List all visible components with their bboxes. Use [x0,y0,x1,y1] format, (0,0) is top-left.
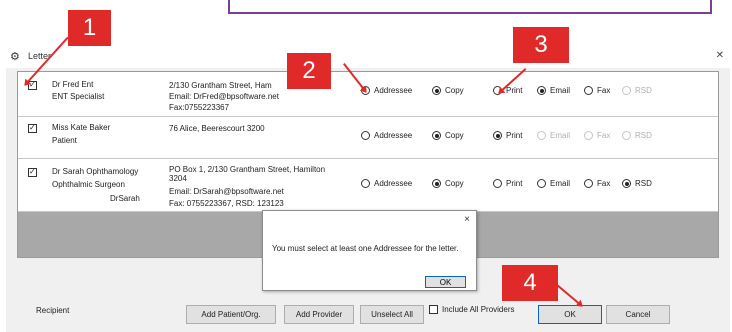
radio-icon [361,179,370,188]
option-email: Email [537,131,570,140]
recipient-label: Recipient [36,306,70,315]
dialog-close-icon[interactable]: × [464,214,470,225]
address-line: Email: DrSarah@bpsoftware.net [169,187,284,196]
recipient-checkbox[interactable] [28,167,37,177]
radio-icon [361,131,370,140]
recipient-row: Miss Kate Baker Patient 76 Alice, Beeres… [18,117,718,159]
radio-icon [584,179,593,188]
radio-icon [537,179,546,188]
option-addressee[interactable]: Addressee [361,131,412,140]
radio-icon [584,131,593,140]
callout-badge-1: 1 [68,10,111,46]
address-line: Fax:0755223367 [169,103,230,112]
option-fax[interactable]: Fax [584,179,610,188]
radio-selected-icon [432,131,441,140]
callout-badge-3: 3 [513,27,569,63]
add-provider-button[interactable]: Add Provider [284,305,354,324]
option-addressee[interactable]: Addressee [361,179,412,188]
recipient-row: Dr Fred Ent ENT Specialist 2/130 Grantha… [18,72,718,117]
checkbox-icon [429,305,438,314]
recipient-name: Dr Fred Ent [52,80,94,89]
option-email[interactable]: Email [537,86,570,95]
address-line: PO Box 1, 2/130 Grantham Street, Hamilto… [169,165,326,174]
radio-selected-icon [432,86,441,95]
radio-icon [584,86,593,95]
title-bar: ⚙ Letter ✕ [6,46,730,68]
address-line: 3204 [169,174,187,183]
option-copy[interactable]: Copy [432,131,464,140]
option-email[interactable]: Email [537,179,570,188]
option-copy[interactable]: Copy [432,179,464,188]
recipient-checkbox[interactable] [28,123,37,133]
address-line: 76 Alice, Beerescourt 3200 [169,124,265,133]
option-fax[interactable]: Fax [584,86,610,95]
option-print[interactable]: Print [493,131,522,140]
radio-selected-icon [622,179,631,188]
radio-icon [493,179,502,188]
recipient-alias: DrSarah [110,194,140,203]
option-fax: Fax [584,131,610,140]
radio-selected-icon [432,179,441,188]
radio-selected-icon [493,131,502,140]
callout-badge-2: 2 [287,53,331,89]
option-rsd: RSD [622,131,652,140]
cancel-button[interactable]: Cancel [606,305,670,324]
add-patient-button[interactable]: Add Patient/Org. [186,305,276,324]
radio-icon [537,131,546,140]
address-line: 2/130 Grantham Street, Ham [169,81,272,90]
option-rsd: RSD [622,86,652,95]
radio-selected-icon [537,86,546,95]
close-icon[interactable]: ✕ [716,50,724,61]
ok-button[interactable]: OK [538,305,602,324]
recipient-row: Dr Sarah Ophthamology Ophthalmic Surgeon… [18,159,718,212]
address-line: Fax: 0755223367, RSD: 123123 [169,199,284,208]
callout-badge-4: 4 [502,265,558,301]
recipient-role: Patient [52,136,77,145]
address-line: Email: DrFred@bpsoftware.net [169,92,279,101]
unselect-all-button[interactable]: Unselect All [360,305,424,324]
include-all-providers-checkbox[interactable]: Include All Providers [429,305,514,314]
radio-icon [622,86,631,95]
recipient-name: Dr Sarah Ophthamology [52,167,139,176]
radio-icon [622,131,631,140]
app-icon: ⚙ [10,51,20,63]
option-copy[interactable]: Copy [432,86,464,95]
option-print[interactable]: Print [493,179,522,188]
dialog-message: You must select at least one Addressee f… [272,244,459,253]
top-note-frame [228,0,712,14]
recipient-role: Ophthalmic Surgeon [52,180,125,189]
dialog-ok-button[interactable]: OK [425,276,466,288]
option-rsd[interactable]: RSD [622,179,652,188]
message-dialog: × You must select at least one Addressee… [262,210,477,291]
recipient-name: Miss Kate Baker [52,123,111,132]
recipient-role: ENT Specialist [52,92,105,101]
